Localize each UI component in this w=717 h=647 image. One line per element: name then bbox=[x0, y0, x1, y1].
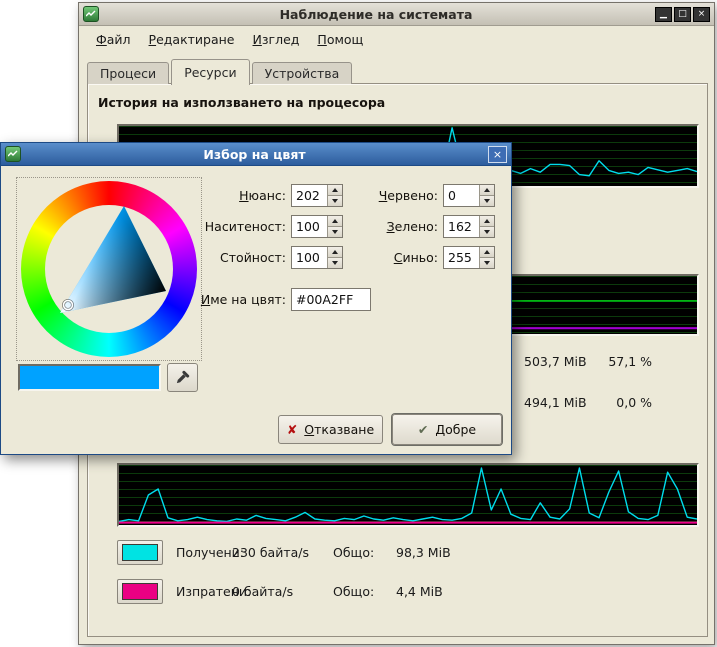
green-spin-down-button[interactable] bbox=[480, 226, 494, 237]
menu-item-view[interactable]: Изглед bbox=[244, 28, 309, 51]
value-input[interactable] bbox=[292, 247, 327, 268]
value-label: Стойност: bbox=[196, 250, 286, 265]
tab-devices[interactable]: Устройства bbox=[252, 62, 353, 84]
menu-item-edit[interactable]: Редактиране bbox=[140, 28, 244, 51]
received-color-chip bbox=[122, 544, 158, 561]
value-spin-down-button[interactable] bbox=[328, 257, 342, 268]
tab-resources[interactable]: Ресурси bbox=[171, 59, 249, 85]
network-history-chart bbox=[117, 463, 699, 527]
blue-label: Синьо: bbox=[348, 250, 438, 265]
desktop: Наблюдение на системата ▁ □ × Файл Редак… bbox=[0, 0, 717, 647]
color-name-input[interactable] bbox=[291, 288, 371, 311]
cancel-button[interactable]: ✘ Отказване bbox=[278, 415, 383, 444]
hue-spin-up-button[interactable] bbox=[328, 185, 342, 195]
main-titlebar[interactable]: Наблюдение на системата ▁ □ × bbox=[79, 3, 714, 26]
cpu-history-heading: История на използването на процесора bbox=[98, 95, 385, 110]
color-name-label: Име на цвят: bbox=[166, 292, 286, 307]
blue-spin-up-button[interactable] bbox=[480, 247, 494, 257]
hsv-triangle[interactable] bbox=[21, 181, 197, 357]
ok-button[interactable]: ✔ Добре bbox=[392, 414, 502, 445]
saturation-label: Наситеност: bbox=[196, 219, 286, 234]
maximize-button[interactable]: □ bbox=[674, 7, 691, 22]
sent-color-swatch-button[interactable] bbox=[117, 579, 163, 604]
minimize-button[interactable]: ▁ bbox=[655, 7, 672, 22]
red-spin-up-button[interactable] bbox=[480, 185, 494, 195]
received-rate: 230 байта/s bbox=[232, 545, 309, 560]
received-total: 98,3 MiB bbox=[396, 545, 451, 560]
eyedropper-icon bbox=[175, 370, 190, 385]
ok-icon: ✔ bbox=[418, 422, 428, 437]
menubar: Файл Редактиране Изглед Помощ bbox=[79, 26, 714, 52]
color-wheel[interactable] bbox=[16, 177, 202, 361]
cancel-label: Отказване bbox=[304, 422, 374, 437]
saturation-spin-down-button[interactable] bbox=[328, 226, 342, 237]
hue-input[interactable] bbox=[292, 185, 327, 206]
swap-used-percent: 0,0 % bbox=[582, 395, 652, 410]
saturation-spin-up-button[interactable] bbox=[328, 216, 342, 226]
value-spinner[interactable] bbox=[291, 246, 343, 269]
cancel-icon: ✘ bbox=[287, 422, 297, 437]
dialog-close-button[interactable]: × bbox=[488, 146, 507, 163]
saturation-input[interactable] bbox=[292, 216, 327, 237]
color-preview bbox=[18, 364, 161, 391]
tab-processes[interactable]: Процеси bbox=[87, 62, 169, 84]
green-spin-up-button[interactable] bbox=[480, 216, 494, 226]
sent-total: 4,4 MiB bbox=[396, 584, 443, 599]
blue-spinner[interactable] bbox=[443, 246, 495, 269]
sent-total-label: Общо: bbox=[333, 584, 374, 599]
value-spin-up-button[interactable] bbox=[328, 247, 342, 257]
dialog-icon bbox=[5, 146, 21, 162]
app-icon bbox=[83, 6, 99, 22]
color-picker-dialog: Избор на цвят × bbox=[0, 142, 512, 455]
memory-used-value: 503,7 MiB bbox=[524, 354, 587, 369]
saturation-spinner[interactable] bbox=[291, 215, 343, 238]
green-label: Зелено: bbox=[348, 219, 438, 234]
dialog-title: Избор на цвят bbox=[21, 147, 488, 162]
ok-label: Добре bbox=[435, 422, 476, 437]
blue-spin-down-button[interactable] bbox=[480, 257, 494, 268]
red-label: Червено: bbox=[348, 188, 438, 203]
tab-bar: Процеси Ресурси Устройства bbox=[87, 58, 354, 84]
red-input[interactable] bbox=[444, 185, 479, 206]
close-button[interactable]: × bbox=[693, 7, 710, 22]
sent-color-chip bbox=[122, 583, 158, 600]
memory-used-percent: 57,1 % bbox=[582, 354, 652, 369]
green-spinner[interactable] bbox=[443, 215, 495, 238]
received-color-swatch-button[interactable] bbox=[117, 540, 163, 565]
swap-used-value: 494,1 MiB bbox=[524, 395, 587, 410]
blue-input[interactable] bbox=[444, 247, 479, 268]
hue-spinner[interactable] bbox=[291, 184, 343, 207]
dialog-titlebar[interactable]: Избор на цвят × bbox=[1, 143, 511, 166]
hue-spin-down-button[interactable] bbox=[328, 195, 342, 206]
window-title: Наблюдение на системата bbox=[99, 7, 653, 22]
menu-item-help[interactable]: Помощ bbox=[308, 28, 372, 51]
sent-rate: 0 байта/s bbox=[232, 584, 293, 599]
menu-item-file[interactable]: Файл bbox=[87, 28, 140, 51]
green-input[interactable] bbox=[444, 216, 479, 237]
received-total-label: Общо: bbox=[333, 545, 374, 560]
hue-label: Нюанс: bbox=[196, 188, 286, 203]
red-spin-down-button[interactable] bbox=[480, 195, 494, 206]
eyedropper-button[interactable] bbox=[167, 363, 198, 392]
red-spinner[interactable] bbox=[443, 184, 495, 207]
